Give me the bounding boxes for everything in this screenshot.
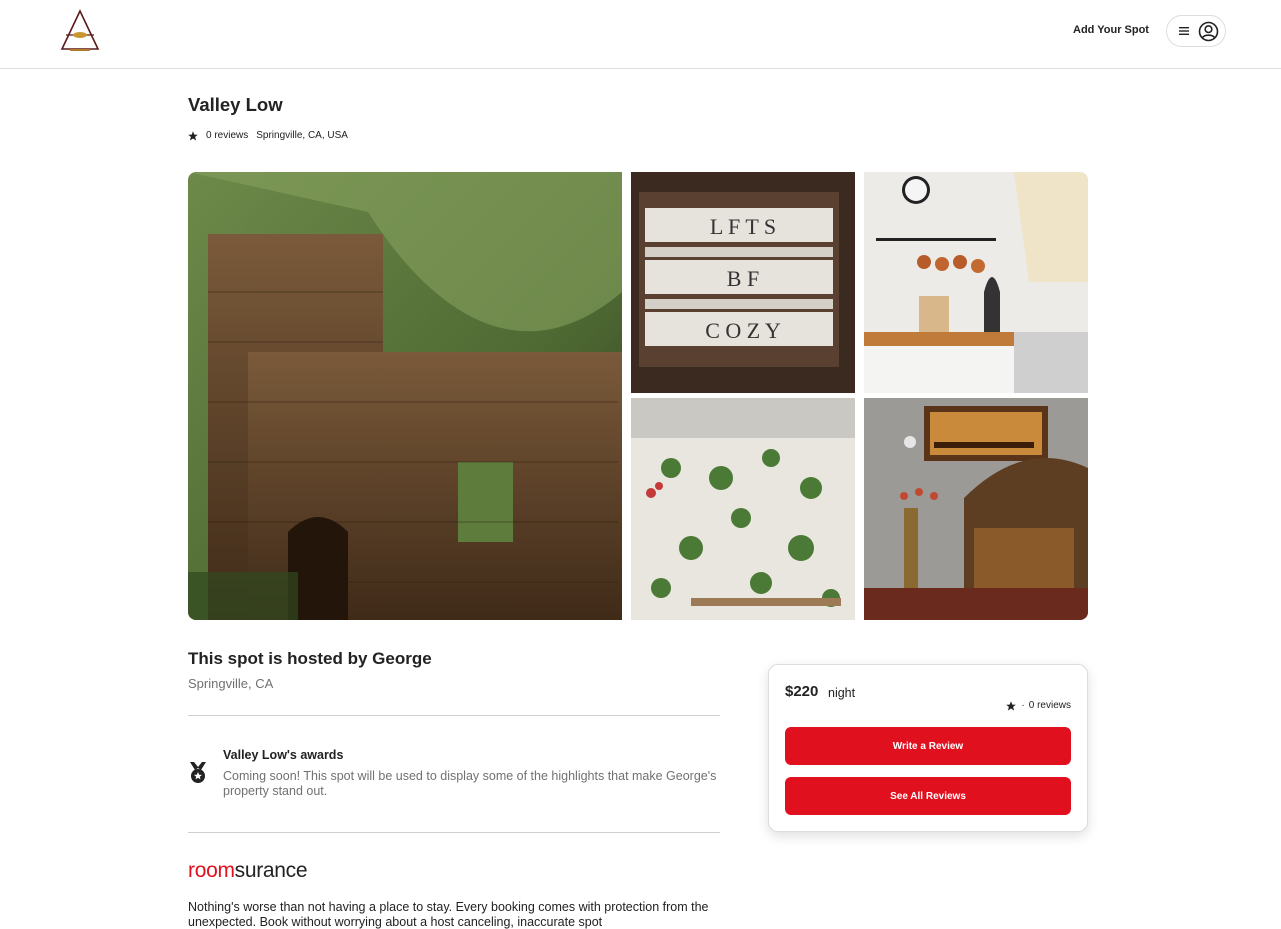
roomsurance-logo-part1: room <box>188 859 235 882</box>
divider <box>188 832 720 833</box>
roomsurance-logo-part2: surance <box>234 859 308 882</box>
add-your-spot-link[interactable]: Add Your Spot <box>1073 24 1149 36</box>
stone-ruin-photo[interactable] <box>188 172 622 620</box>
awards-title: Valley Low's awards <box>223 748 344 762</box>
profile-menu-button[interactable] <box>1166 15 1226 47</box>
roomsurance-description: Nothing's worse than not having a place … <box>188 900 709 929</box>
price-unit: night <box>828 686 856 700</box>
card-reviews-count[interactable]: 0 reviews <box>1029 700 1071 711</box>
reviews-count[interactable]: 0 reviews <box>206 130 248 141</box>
medal-icon <box>190 762 206 783</box>
awards-description: Coming soon! This spot will be used to d… <box>223 769 717 798</box>
divider <box>188 715 720 716</box>
write-review-button[interactable]: Write a Review <box>785 727 1071 765</box>
spot-meta: 0 reviews Springville, CA, USA <box>188 129 348 141</box>
separator-dot: · <box>1021 700 1025 711</box>
booking-card: $220 night · 0 reviews Write a Review Se… <box>768 664 1088 832</box>
logo-icon[interactable] <box>58 9 102 53</box>
kitchen-photo[interactable] <box>864 172 1088 393</box>
letter-board-row-2: B F <box>727 266 759 291</box>
host-location: Springville, CA <box>188 676 274 691</box>
see-all-reviews-button[interactable]: See All Reviews <box>785 777 1071 815</box>
star-icon <box>188 131 198 141</box>
letter-board-row-3: C O Z Y <box>705 318 781 343</box>
spot-title: Valley Low <box>188 94 283 115</box>
card-rating: · 0 reviews <box>1006 700 1071 711</box>
plants-photo[interactable] <box>631 398 855 620</box>
user-circle-icon <box>1198 21 1219 42</box>
hamburger-menu-icon <box>1179 27 1189 35</box>
host-title: This spot is hosted by George <box>188 649 432 668</box>
letter-board-photo[interactable]: L F T S B F C O Z Y <box>631 172 855 393</box>
armchair-photo[interactable] <box>864 398 1088 620</box>
spot-location: Springville, CA, USA <box>256 129 348 141</box>
roomsurance-logo: roomsurance <box>188 859 308 883</box>
top-navbar: Add Your Spot <box>0 0 1281 69</box>
letter-board-row-1: L F T S <box>710 214 776 239</box>
star-icon <box>1006 700 1017 710</box>
price-per-night: $220 <box>785 683 819 700</box>
